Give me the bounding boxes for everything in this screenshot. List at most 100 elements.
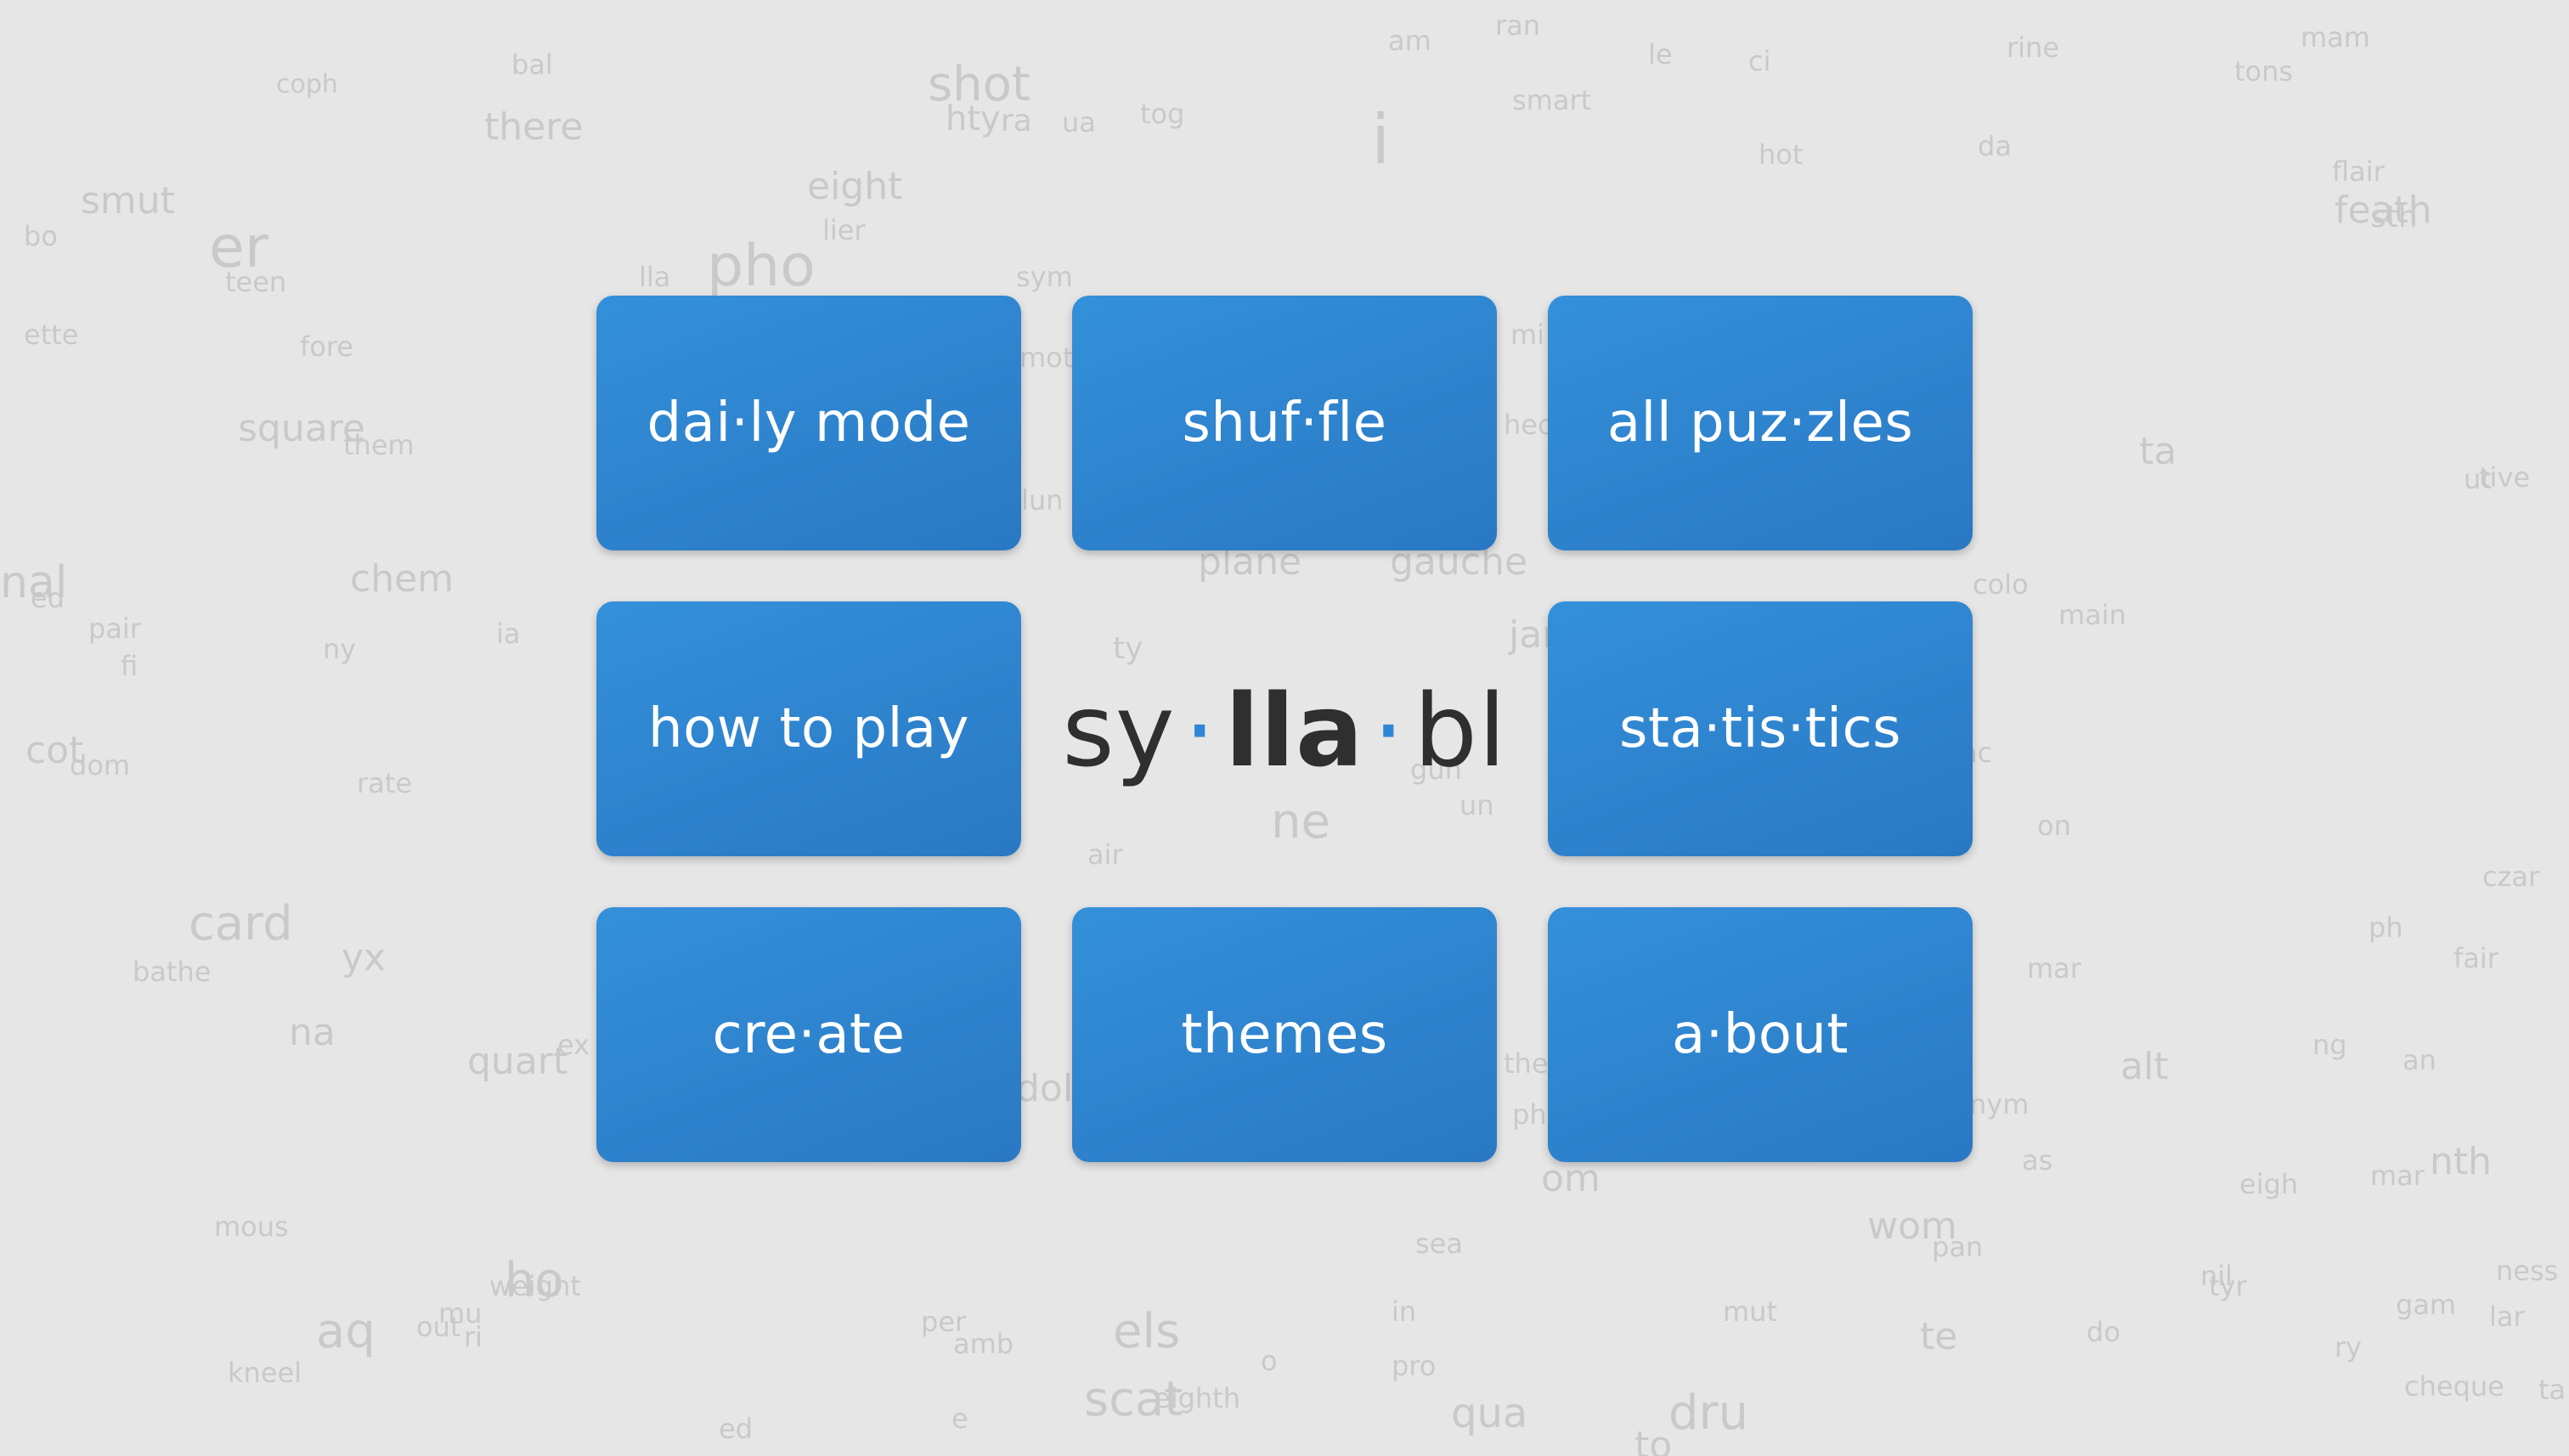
syllabl-logo: sy · lla · bl [1062,667,1506,794]
background-word: mous [214,1211,289,1243]
background-word: mut [1723,1295,1777,1328]
background-word: czar [2482,861,2540,893]
background-word: pro [1392,1350,1437,1382]
background-word: mar [2027,952,2081,985]
background-word: dol [1016,1067,1074,1110]
background-word: ed [719,1413,753,1445]
background-word: tons [2234,55,2294,87]
how-to-play-label: how to play [648,697,969,760]
logo-dot-left: · [1183,672,1217,789]
background-word: un [1460,789,1494,821]
background-word: pan [1932,1231,1984,1263]
background-word: fi [121,650,138,682]
logo-dot-right: · [1372,672,1406,789]
themes-button[interactable]: themes [1072,907,1497,1162]
daily-mode-button[interactable]: dai·ly mode [596,296,1021,550]
shuffle-label: shuf·fle [1182,392,1387,454]
background-word: aq [316,1304,375,1359]
background-word: to [1635,1424,1673,1456]
daily-mode-label: dai·ly mode [646,392,971,454]
background-word: ran [1495,9,1541,42]
background-word: coph [276,70,338,99]
background-word: els [1113,1304,1181,1359]
background-word: lier [822,214,866,246]
background-word: ta [2538,1374,2566,1406]
logo-part-bl: bl [1414,672,1507,789]
background-word: an [2402,1044,2436,1076]
background-word: e [951,1402,968,1435]
create-label: cre·ate [712,1003,906,1066]
background-word: air [1087,838,1123,871]
background-word: as [2022,1144,2053,1177]
background-word: chem [350,557,455,601]
background-word: smart [1512,84,1592,116]
background-word: fore [300,330,353,363]
logo-part-lla: lla [1225,672,1364,789]
how-to-play-button[interactable]: how to play [596,601,1021,856]
background-word: qua [1451,1390,1528,1437]
background-word: le [1648,38,1673,71]
background-word: nth [2430,1140,2493,1183]
background-word: hot [1759,138,1804,171]
background-word: ta [2139,430,2177,473]
background-word: tyr [2209,1270,2247,1302]
background-word: nym [1969,1088,2030,1120]
background-word: kneel [228,1357,302,1389]
background-word: colo [1973,568,2029,601]
background-word: ry [2335,1331,2363,1363]
statistics-button[interactable]: sta·tis·tics [1548,601,1973,856]
logo-part-sy: sy [1062,672,1176,789]
background-word: am [1388,25,1431,57]
background-word: main [2058,599,2126,631]
background-word: there [484,105,584,149]
about-button[interactable]: a·bout [1548,907,1973,1162]
background-word: hty [946,99,1001,138]
background-word: alt [2120,1045,2169,1088]
background-word: ny [323,633,357,665]
background-word: ri [464,1321,483,1353]
background-word: dru [1668,1385,1749,1441]
background-word: rate [357,767,412,799]
background-word: om [1541,1157,1601,1200]
statistics-label: sta·tis·tics [1619,697,1901,760]
background-word: te [1920,1315,1958,1358]
background-word: dom [70,749,131,782]
background-word: eighth [1154,1382,1240,1414]
background-word: mar [2370,1160,2425,1192]
about-label: a·bout [1672,1003,1849,1066]
background-word: lar [2489,1301,2525,1333]
background-word: ng [2312,1029,2347,1061]
background-word: eigh [2239,1168,2299,1200]
background-word: bo [24,220,58,252]
background-word: i [1371,100,1391,179]
all-puzzles-button[interactable]: all puz·zles [1548,296,1973,550]
background-word: on [2037,810,2071,842]
background-word: o [1261,1345,1278,1377]
background-word: quart [467,1040,568,1083]
background-word: cheque [2404,1370,2504,1402]
background-word: tog [1140,98,1185,130]
background-word: in [1392,1295,1417,1328]
create-button[interactable]: cre·ate [596,907,1021,1162]
background-word: them [343,429,415,461]
background-word: ua [1062,106,1096,138]
background-word: bathe [133,956,212,988]
background-word: sym [1016,261,1073,293]
background-word: fair [2453,942,2498,974]
background-word: pho [707,233,816,300]
shuffle-button[interactable]: shuf·fle [1072,296,1497,550]
background-word: ty [1113,631,1143,666]
background-word: ex [557,1029,590,1061]
background-word: na [289,1011,336,1054]
background-word: mi [1510,319,1545,351]
background-word: ness [2496,1255,2559,1287]
background-word: smut [81,179,175,223]
background-word: teen [225,266,287,298]
background-word: lun [1021,484,1064,516]
background-word: pair [88,612,141,645]
background-word: ette [24,319,79,351]
background-word: weight [489,1270,581,1302]
background-word: mam [2301,21,2370,54]
background-word: ia [496,618,521,650]
background-word: sea [1415,1227,1463,1260]
